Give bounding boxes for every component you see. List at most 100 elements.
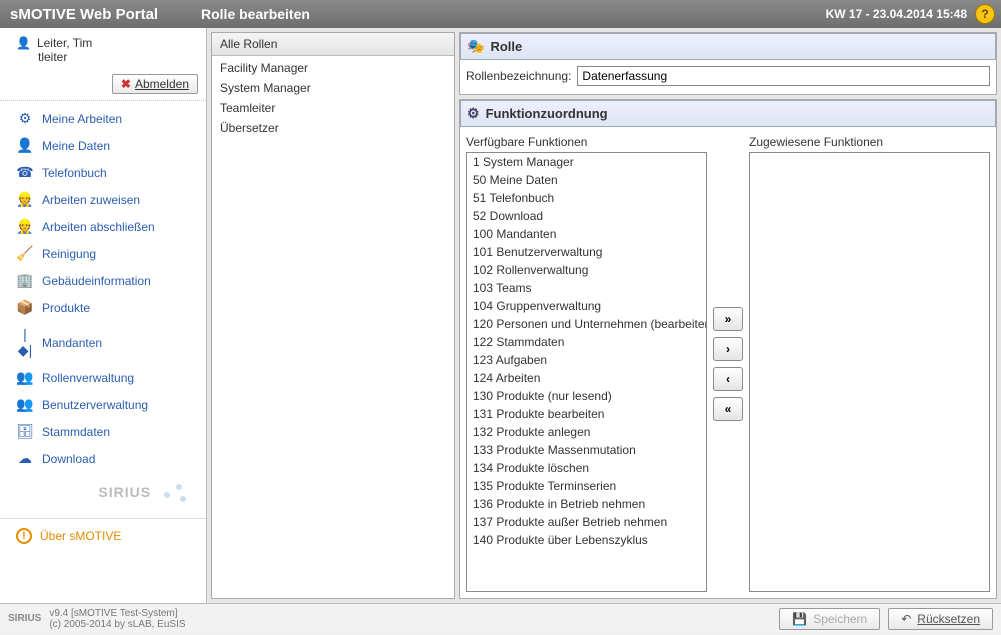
nav-label: Reinigung [42, 247, 96, 261]
sidebar: 👤 Leiter, Tim tleiter ✖ Abmelden ⚙ Meine … [0, 28, 207, 603]
function-item[interactable]: 123 Aufgaben [467, 351, 706, 369]
role-name-label: Rollenbezeichnung: [466, 69, 571, 83]
role-item[interactable]: Teamleiter [212, 98, 454, 118]
function-item[interactable]: 124 Arbeiten [467, 369, 706, 387]
topbar: sMOTIVE Web Portal Rolle bearbeiten KW 1… [0, 0, 1001, 28]
roles-panel: Alle Rollen Facility ManagerSystem Manag… [211, 32, 455, 599]
app-logo: sMOTIVE Web Portal [6, 6, 201, 23]
nav-item[interactable]: |◆|Mandanten [0, 321, 206, 364]
nav-item[interactable]: 🗄 Stammdaten [0, 418, 206, 445]
close-icon: ✖ [121, 77, 131, 91]
nav-icon: 👥 [16, 369, 34, 386]
footer-logo: SIRIUS [8, 613, 41, 624]
move-all-left-button[interactable]: « [713, 397, 743, 421]
function-item[interactable]: 1 System Manager [467, 153, 706, 171]
function-item[interactable]: 103 Teams [467, 279, 706, 297]
nav-label: Meine Daten [42, 139, 110, 153]
nav-item[interactable]: 👤 Meine Daten [0, 132, 206, 159]
help-button[interactable]: ? [975, 4, 995, 24]
nav-icon: 👤 [16, 137, 34, 154]
function-item[interactable]: 51 Telefonbuch [467, 189, 706, 207]
nav-item[interactable]: 📦Produkte [0, 294, 206, 321]
function-item[interactable]: 102 Rollenverwaltung [467, 261, 706, 279]
nav-label: Rollenverwaltung [42, 371, 134, 385]
function-item[interactable]: 52 Download [467, 207, 706, 225]
nav-label: Arbeiten abschließen [42, 220, 155, 234]
nav-label: Arbeiten zuweisen [42, 193, 140, 207]
function-item[interactable]: 136 Produkte in Betrieb nehmen [467, 495, 706, 513]
function-item[interactable]: 100 Mandanten [467, 225, 706, 243]
function-item[interactable]: 140 Produkte über Lebenszyklus [467, 531, 706, 549]
role-item[interactable]: System Manager [212, 78, 454, 98]
nav-item[interactable]: ☁Download [0, 445, 206, 472]
function-item[interactable]: 132 Produkte anlegen [467, 423, 706, 441]
nav-icon: 👥 [16, 396, 34, 413]
nav-item[interactable]: ☎ Telefonbuch [0, 159, 206, 186]
user-block: 👤 Leiter, Tim tleiter [0, 32, 206, 70]
nav-icon: 👷 [16, 191, 34, 208]
role-section-header: 🎭 Rolle [460, 33, 996, 60]
nav-label: Stammdaten [42, 425, 110, 439]
function-section-header: ⚙ Funktionzuordnung [460, 100, 996, 127]
about-link[interactable]: ! Über sMOTIVE [0, 523, 206, 549]
function-item[interactable]: 101 Benutzerverwaltung [467, 243, 706, 261]
footer-version: v9.4 [sMOTIVE Test-System] [49, 608, 185, 619]
reset-button[interactable]: ↶ Rücksetzen [888, 608, 993, 630]
function-item[interactable]: 137 Produkte außer Betrieb nehmen [467, 513, 706, 531]
roles-list: Facility ManagerSystem ManagerTeamleiter… [212, 56, 454, 140]
nav-item[interactable]: 👥 Benutzerverwaltung [0, 391, 206, 418]
nav-icon: 🧹 [16, 245, 34, 262]
function-item[interactable]: 120 Personen und Unternehmen (bearbeiten… [467, 315, 706, 333]
info-icon: ! [16, 528, 32, 544]
date-display: KW 17 - 23.04.2014 15:48 [826, 7, 967, 21]
available-label: Verfügbare Funktionen [466, 135, 707, 152]
function-item[interactable]: 134 Produkte löschen [467, 459, 706, 477]
nav-icon: 👷 [16, 218, 34, 235]
nav-icon: ⚙ [16, 110, 34, 127]
about-label: Über sMOTIVE [40, 529, 121, 543]
user-icon: 👤 [16, 36, 31, 50]
nav-icon: 📦 [16, 299, 34, 316]
sirius-logo: SIRIUS [0, 476, 206, 518]
nav-item[interactable]: 🏢Gebäudeinformation [0, 267, 206, 294]
logout-label: Abmelden [135, 77, 189, 91]
user-login: tleiter [16, 50, 196, 64]
nav-label: Telefonbuch [42, 166, 107, 180]
save-button[interactable]: 💾 Speichern [779, 608, 880, 630]
save-icon: 💾 [792, 612, 807, 626]
nav-label: Meine Arbeiten [42, 112, 122, 126]
nav-item[interactable]: 🧹 Reinigung [0, 240, 206, 267]
assigned-functions-list[interactable] [749, 152, 990, 592]
nav-item[interactable]: 👷 Arbeiten zuweisen [0, 186, 206, 213]
function-item[interactable]: 131 Produkte bearbeiten [467, 405, 706, 423]
nav-icon: |◆| [16, 326, 34, 359]
role-section: 🎭 Rolle Rollenbezeichnung: [459, 32, 997, 95]
available-functions-list[interactable]: 1 System Manager50 Meine Daten51 Telefon… [466, 152, 707, 592]
nav-icon: ☎ [16, 164, 34, 181]
roles-header: Alle Rollen [212, 33, 454, 56]
function-item[interactable]: 50 Meine Daten [467, 171, 706, 189]
function-item[interactable]: 104 Gruppenverwaltung [467, 297, 706, 315]
move-right-button[interactable]: › [713, 337, 743, 361]
function-item[interactable]: 135 Produkte Terminserien [467, 477, 706, 495]
move-all-right-button[interactable]: » [713, 307, 743, 331]
role-item[interactable]: Übersetzer [212, 118, 454, 138]
nav-label: Benutzerverwaltung [42, 398, 148, 412]
role-item[interactable]: Facility Manager [212, 58, 454, 78]
role-name-input[interactable] [577, 66, 990, 86]
function-section: ⚙ Funktionzuordnung Verfügbare Funktione… [459, 99, 997, 599]
nav-item[interactable]: 👥 Rollenverwaltung [0, 364, 206, 391]
function-item[interactable]: 133 Produkte Massenmutation [467, 441, 706, 459]
undo-icon: ↶ [901, 612, 911, 626]
nav-item[interactable]: 👷 Arbeiten abschließen [0, 213, 206, 240]
nav-item[interactable]: ⚙ Meine Arbeiten [0, 105, 206, 132]
function-item[interactable]: 122 Stammdaten [467, 333, 706, 351]
user-name: Leiter, Tim [37, 36, 92, 50]
nav-icon: 🏢 [16, 272, 34, 289]
function-item[interactable]: 130 Produkte (nur lesend) [467, 387, 706, 405]
nav-icon: 🗄 [16, 423, 34, 440]
group-icon: ⚙ [467, 105, 480, 122]
move-left-button[interactable]: ‹ [713, 367, 743, 391]
footer-copyright: (c) 2005-2014 by sLAB, EuSIS [49, 619, 185, 630]
logout-button[interactable]: ✖ Abmelden [112, 74, 198, 94]
